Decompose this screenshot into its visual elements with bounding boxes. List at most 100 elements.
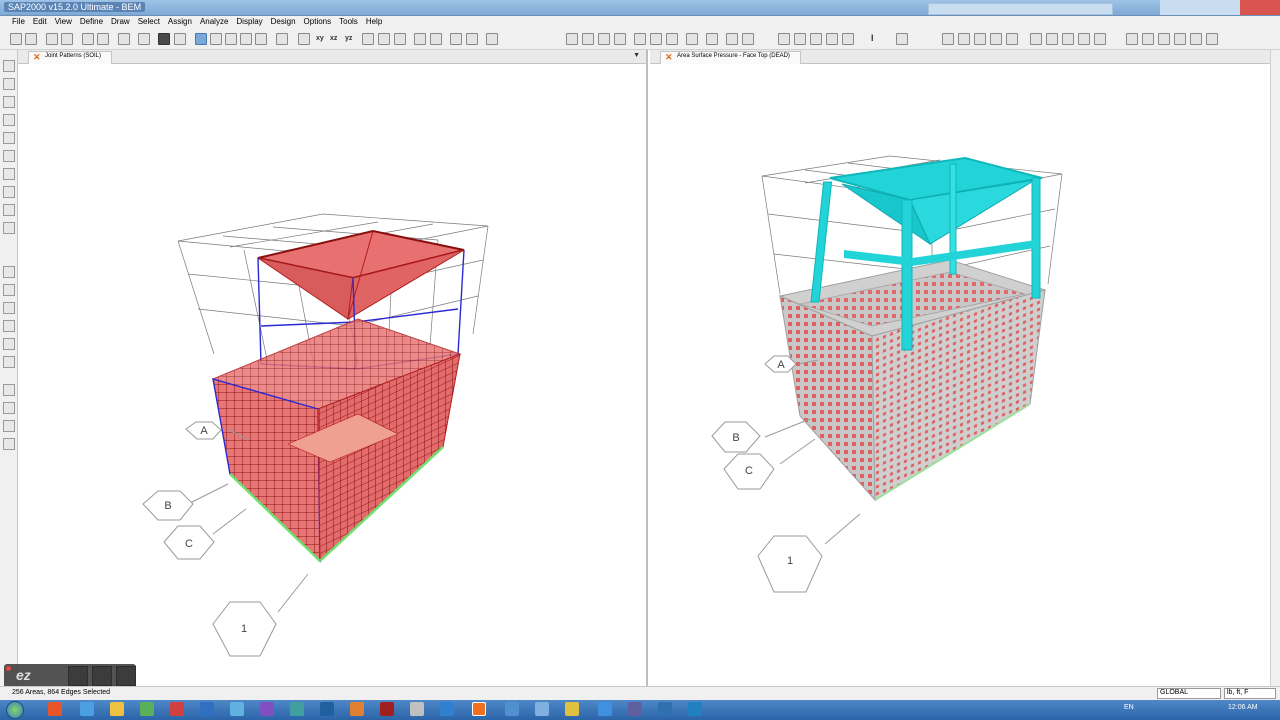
quick-rect-icon[interactable] (3, 222, 15, 234)
view-xz-button[interactable]: xz (330, 35, 337, 42)
taskbar-app-icon[interactable] (320, 702, 334, 716)
redo-icon[interactable] (97, 33, 109, 45)
set-display-icon[interactable] (394, 33, 406, 45)
right-scrollbar[interactable] (1270, 50, 1280, 686)
view-yz-button[interactable]: yz (345, 35, 352, 42)
recorder-hide-button[interactable] (116, 666, 136, 686)
coord-system-select[interactable]: GLOBAL (1157, 688, 1221, 699)
clear-selection-icon[interactable] (742, 33, 754, 45)
display-options-icon[interactable] (486, 33, 498, 45)
object-shrink-icon[interactable] (466, 33, 478, 45)
rotate-view-icon[interactable] (362, 33, 374, 45)
taskbar-app-icon[interactable] (290, 702, 304, 716)
snap-points-icon[interactable] (3, 384, 15, 396)
pointer-icon[interactable] (3, 60, 15, 72)
restraint-icon[interactable] (778, 33, 790, 45)
menu-view[interactable]: View (53, 16, 78, 30)
draw-link-icon[interactable] (1094, 33, 1106, 45)
pan-icon[interactable] (276, 33, 288, 45)
joint-select-icon[interactable] (706, 33, 718, 45)
left-view-pane[interactable]: ✕ Joint Patterns (SOIL) ▼ A B C 1 (18, 50, 648, 686)
draw-special-icon[interactable] (3, 168, 15, 180)
snap-intersections-icon[interactable] (3, 420, 15, 432)
zoom-previous-icon[interactable] (255, 33, 267, 45)
menu-design[interactable]: Design (269, 16, 302, 30)
taskbar-app-icon[interactable] (565, 702, 579, 716)
taskbar-app-icon[interactable] (80, 702, 94, 716)
menu-help[interactable]: Help (364, 16, 388, 30)
draw-line-icon[interactable] (3, 114, 15, 126)
taskbar-app-icon[interactable] (260, 702, 274, 716)
area-section-icon[interactable] (826, 33, 838, 45)
draw-solid-icon[interactable] (1174, 33, 1186, 45)
taskbar-app-icon[interactable] (170, 702, 184, 716)
draw-area-icon[interactable] (1126, 33, 1138, 45)
draw-tendon-icon[interactable] (1062, 33, 1074, 45)
show-deformed-icon[interactable] (974, 33, 986, 45)
copy-icon[interactable] (582, 33, 594, 45)
quick-area-icon[interactable] (1158, 33, 1170, 45)
menu-options[interactable]: Options (302, 16, 338, 30)
reshape-icon[interactable] (3, 78, 15, 90)
print-icon[interactable] (61, 33, 73, 45)
draw-x-brace-icon[interactable] (3, 150, 15, 162)
draw-cable-icon[interactable] (1046, 33, 1058, 45)
taskbar-app-icon[interactable] (200, 702, 214, 716)
recorder-stop-button[interactable] (92, 666, 112, 686)
check-icon[interactable] (566, 33, 578, 45)
close-tab-icon[interactable]: ✕ (665, 53, 673, 62)
right-pane-tab[interactable]: ✕ Area Surface Pressure - Face Top (DEAD… (660, 51, 801, 64)
menu-tools[interactable]: Tools (337, 16, 364, 30)
menu-display[interactable]: Display (234, 16, 268, 30)
menu-file[interactable]: File (10, 16, 31, 30)
draw-joint-icon[interactable] (3, 96, 15, 108)
close-tab-icon[interactable]: ✕ (33, 53, 41, 62)
move-down-icon[interactable] (430, 33, 442, 45)
taskbar-app-icon[interactable] (48, 702, 62, 716)
lock-icon[interactable] (138, 33, 150, 45)
pane-menu-chevron-icon[interactable]: ▼ (633, 52, 640, 59)
perspective-icon[interactable] (378, 33, 390, 45)
view-xy-button[interactable]: xy (316, 35, 324, 42)
select-all-icon[interactable] (686, 33, 698, 45)
draw-rect-icon[interactable] (3, 204, 15, 216)
replicate-icon[interactable] (650, 33, 662, 45)
snap-toggle[interactable]: I (871, 33, 874, 43)
section-icon[interactable] (794, 33, 806, 45)
delete-icon[interactable] (614, 33, 626, 45)
taskbar-sap2000-icon[interactable] (472, 702, 486, 716)
run-analysis-icon[interactable] (158, 33, 170, 45)
right-model-canvas[interactable]: A B C 1 (650, 64, 1270, 686)
left-pane-tab[interactable]: ✕ Joint Patterns (SOIL) (28, 51, 113, 64)
show-moments-icon[interactable] (1006, 33, 1018, 45)
taskbar-app-icon[interactable] (505, 702, 519, 716)
zoom-in-icon[interactable] (225, 33, 237, 45)
zoom-full-icon[interactable] (210, 33, 222, 45)
draw-poly-area-icon[interactable] (3, 186, 15, 198)
minimize-button[interactable] (1160, 0, 1200, 15)
open-file-icon[interactable] (25, 33, 37, 45)
title-search-box[interactable] (928, 3, 1113, 15)
show-reactions-icon[interactable] (990, 33, 1002, 45)
display-frame-icon[interactable] (896, 33, 908, 45)
maximize-button[interactable] (1200, 0, 1240, 15)
select-pointer-icon[interactable] (3, 266, 15, 278)
draw-frame-icon[interactable] (1030, 33, 1042, 45)
recorder-pause-button[interactable] (68, 666, 88, 686)
clock[interactable]: 12:06 AM (1228, 704, 1258, 711)
taskbar-app-icon[interactable] (380, 702, 394, 716)
run-now-icon[interactable] (174, 33, 186, 45)
taskbar-app-icon[interactable] (140, 702, 154, 716)
taskbar-app-icon[interactable] (110, 702, 124, 716)
select-previous-icon[interactable] (3, 338, 15, 350)
taskbar-app-icon[interactable] (440, 702, 454, 716)
menu-define[interactable]: Define (78, 16, 109, 30)
language-indicator[interactable]: EN (1124, 704, 1134, 711)
taskbar-app-icon[interactable] (658, 702, 672, 716)
quick-solid-icon[interactable] (1190, 33, 1202, 45)
taskbar-app-icon[interactable] (688, 702, 702, 716)
deselect-icon[interactable] (726, 33, 738, 45)
zoom-out-icon[interactable] (240, 33, 252, 45)
release-icon[interactable] (810, 33, 822, 45)
select-all-strip-icon[interactable] (3, 320, 15, 332)
